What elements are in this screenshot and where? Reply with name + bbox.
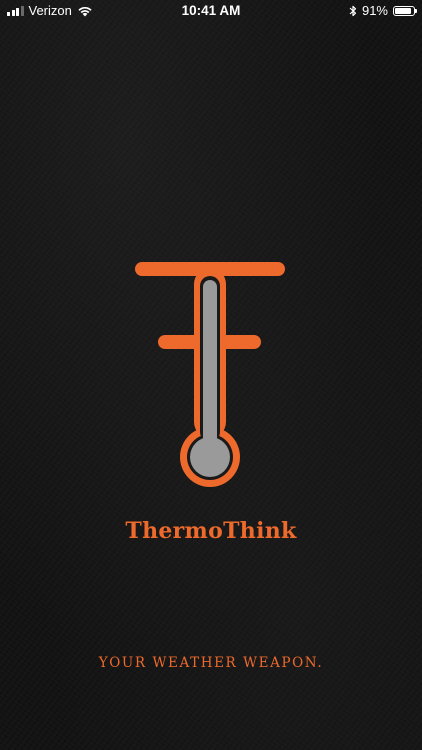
battery-percent: 91% <box>361 3 388 18</box>
battery-fill <box>395 7 412 14</box>
thermometer-logo-icon <box>135 262 285 487</box>
bluetooth-icon <box>349 5 357 16</box>
splash-screen: Verizon 10:41 AM 91% ThermoThink YOUR WE… <box>0 0 422 750</box>
app-name: ThermoThink <box>125 518 297 544</box>
status-bar: Verizon 10:41 AM 91% <box>0 0 422 22</box>
tagline: YOUR WEATHER WEAPON. <box>98 655 324 671</box>
battery-nub <box>415 9 417 13</box>
battery-icon <box>393 5 417 16</box>
status-right: 91% <box>349 3 417 18</box>
